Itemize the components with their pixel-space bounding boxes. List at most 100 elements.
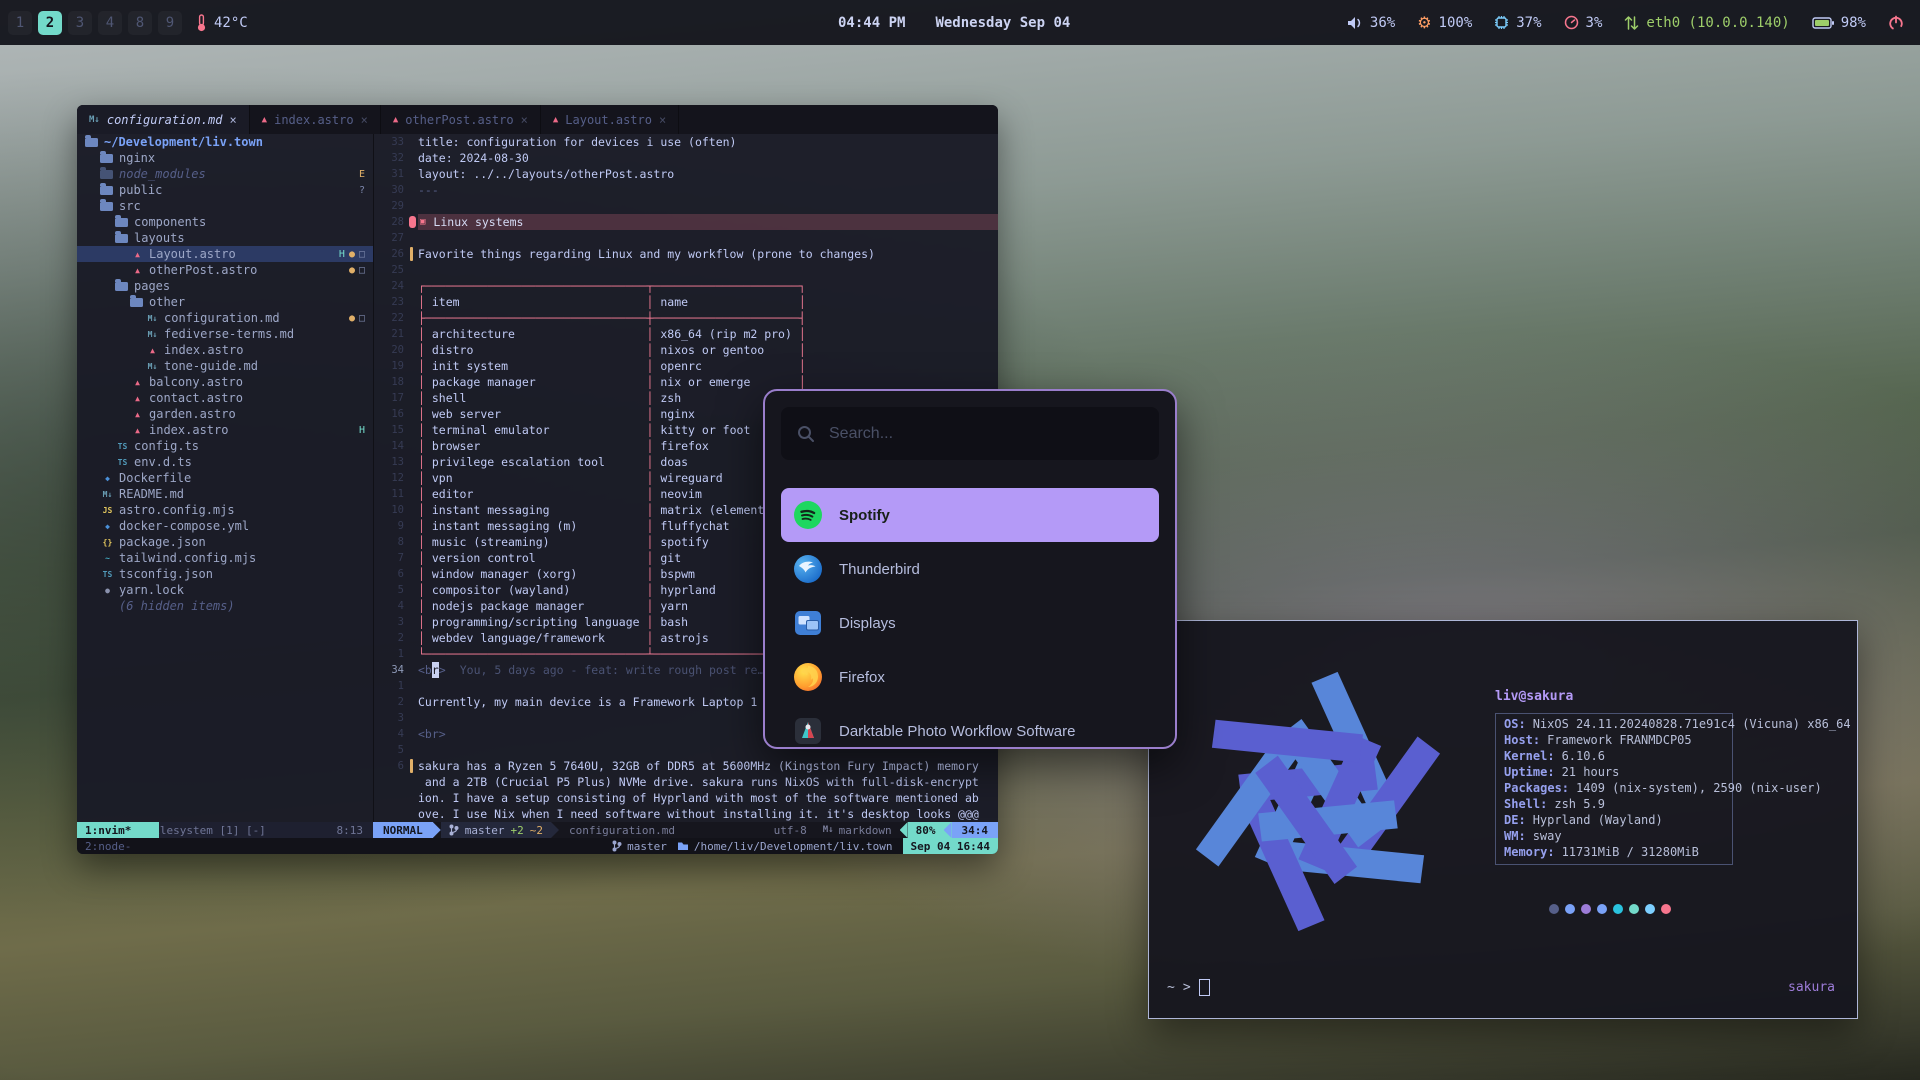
close-icon[interactable]: × <box>361 113 368 127</box>
workspace-8[interactable]: 8 <box>128 11 152 35</box>
brightness-module[interactable]: ⚙ 100% <box>1417 15 1472 31</box>
temperature-module[interactable]: 42°C <box>196 14 248 32</box>
gutter <box>410 438 418 454</box>
line-content: --- <box>418 182 998 198</box>
file-type-icon: ● <box>100 586 115 595</box>
tree-item[interactable]: JSastro.config.mjs <box>77 502 373 518</box>
tree-item[interactable]: M↓tone-guide.md <box>77 358 373 374</box>
tree-item[interactable]: pages <box>77 278 373 294</box>
tree-item-label: index.astro <box>149 423 228 437</box>
launcher-item-firefox[interactable]: Firefox <box>781 650 1159 704</box>
tree-item[interactable]: ●yarn.lock <box>77 582 373 598</box>
close-icon[interactable]: × <box>659 113 666 127</box>
workspace-4[interactable]: 4 <box>98 11 122 35</box>
power-button[interactable] <box>1888 15 1904 31</box>
workspace-1[interactable]: 1 <box>8 11 32 35</box>
search-input[interactable] <box>827 424 1143 444</box>
tree-item[interactable]: ▲balcony.astro <box>77 374 373 390</box>
line-number: 21 <box>374 326 410 342</box>
tree-item[interactable]: src <box>77 198 373 214</box>
tree-item[interactable]: ▲contact.astro <box>77 390 373 406</box>
tree-item[interactable]: ~/Development/liv.town <box>77 134 373 150</box>
table-border: │ <box>640 518 661 534</box>
workspace-2[interactable]: 2 <box>38 11 62 35</box>
editor-line: 32date: 2024-08-30 <box>374 150 998 166</box>
tree-item[interactable]: TStsconfig.json <box>77 566 373 582</box>
table-cell: web server <box>432 406 640 422</box>
volume-module[interactable]: 36% <box>1347 15 1395 31</box>
battery-icon <box>1812 17 1834 29</box>
tree-item[interactable]: TSenv.d.ts <box>77 454 373 470</box>
launcher-item-label: Darktable Photo Workflow Software <box>839 723 1076 740</box>
tree-item[interactable]: ◆Dockerfile <box>77 470 373 486</box>
delimiter-text: --- <box>418 182 439 198</box>
shell-prompt[interactable]: ~ > <box>1167 979 1210 996</box>
launcher-item-displays[interactable]: Displays <box>781 596 1159 650</box>
tree-item-label: tsconfig.json <box>119 567 213 581</box>
tree-item[interactable]: M↓README.md <box>77 486 373 502</box>
gutter <box>410 486 418 502</box>
network-module[interactable]: eth0 (10.0.0.140) <box>1624 15 1789 31</box>
tree-item[interactable]: M↓fediverse-terms.md <box>77 326 373 342</box>
workspace-9[interactable]: 9 <box>158 11 182 35</box>
tree-item[interactable]: {}package.json <box>77 534 373 550</box>
launcher-item-darktable[interactable]: Darktable Photo Workflow Software <box>781 704 1159 749</box>
gutter <box>410 230 418 246</box>
git-status: ? <box>359 185 365 196</box>
cpu-module[interactable]: 3% <box>1564 15 1603 31</box>
tree-item[interactable]: public? <box>77 182 373 198</box>
tree-item[interactable]: ▲otherPost.astro●□ <box>77 262 373 278</box>
prompt-path: ~ <box>1167 980 1175 995</box>
battery-module[interactable]: 98% <box>1812 15 1866 31</box>
tree-item[interactable]: ◆docker-compose.yml <box>77 518 373 534</box>
tree-item[interactable]: ▲Layout.astroH●□ <box>77 246 373 262</box>
tab-configuration.md[interactable]: M↓configuration.md× <box>77 105 250 134</box>
close-icon[interactable]: × <box>229 113 236 127</box>
tree-item[interactable]: other <box>77 294 373 310</box>
tree-item[interactable]: layouts <box>77 230 373 246</box>
memory-module[interactable]: 37% <box>1494 15 1541 31</box>
fetch-label: DE: <box>1504 813 1526 829</box>
tree-item[interactable]: ▲index.astro <box>77 342 373 358</box>
fetch-value: NixOS 24.11.20240828.71e91c4 (Vicuna) x8… <box>1533 717 1851 733</box>
tree-item-label: astro.config.mjs <box>119 503 235 517</box>
launcher-item-spotify[interactable]: Spotify <box>781 488 1159 542</box>
fetch-title: liv@sakura <box>1495 689 1733 704</box>
tree-item[interactable]: components <box>77 214 373 230</box>
gutter <box>410 166 418 182</box>
table-border: │ <box>418 390 432 406</box>
body-text: and a 2TB (Crucial P5 Plus) NVMe drive. … <box>418 774 979 790</box>
tree-item[interactable]: ▲index.astroH <box>77 422 373 438</box>
launcher-item-label: Spotify <box>839 507 890 524</box>
tmux-window-2:node-[interactable]: 2:node- <box>77 838 159 854</box>
line-content: ▣Linux systems <box>418 214 998 230</box>
tmux-window-1:nvim*[interactable]: 1:nvim* <box>77 822 159 838</box>
table-cell: nix or emerge <box>660 374 792 390</box>
tree-item-label: layouts <box>134 231 185 245</box>
table-border: │ <box>640 534 661 550</box>
git-branch-icon <box>449 824 459 836</box>
gutter <box>410 390 418 406</box>
tree-item[interactable]: node_modulesE <box>77 166 373 182</box>
launcher-item-thunderbird[interactable]: Thunderbird <box>781 542 1159 596</box>
file-type-icon: M↓ <box>100 490 115 499</box>
gutter <box>410 374 418 390</box>
line-number: 28 <box>374 214 410 230</box>
tree-item[interactable]: TSconfig.ts <box>77 438 373 454</box>
table-border: │ <box>640 422 661 438</box>
tree-item[interactable]: M↓configuration.md●□ <box>77 310 373 326</box>
tree-item[interactable]: (6 hidden items) <box>77 598 373 614</box>
thunderbird-icon <box>793 554 823 584</box>
tab-otherPost.astro[interactable]: ▲otherPost.astro× <box>381 105 541 134</box>
close-icon[interactable]: × <box>521 113 528 127</box>
tab-Layout.astro[interactable]: ▲Layout.astro× <box>541 105 679 134</box>
gutter <box>410 454 418 470</box>
clock[interactable]: 04:44 PM Wednesday Sep 04 <box>838 0 1070 45</box>
tree-item[interactable]: ▲garden.astro <box>77 406 373 422</box>
tab-index.astro[interactable]: ▲index.astro× <box>250 105 381 134</box>
workspace-3[interactable]: 3 <box>68 11 92 35</box>
line-number: 3 <box>374 710 410 726</box>
tree-item[interactable]: ~tailwind.config.mjs <box>77 550 373 566</box>
launcher-search[interactable] <box>781 407 1159 460</box>
tree-item[interactable]: nginx <box>77 150 373 166</box>
